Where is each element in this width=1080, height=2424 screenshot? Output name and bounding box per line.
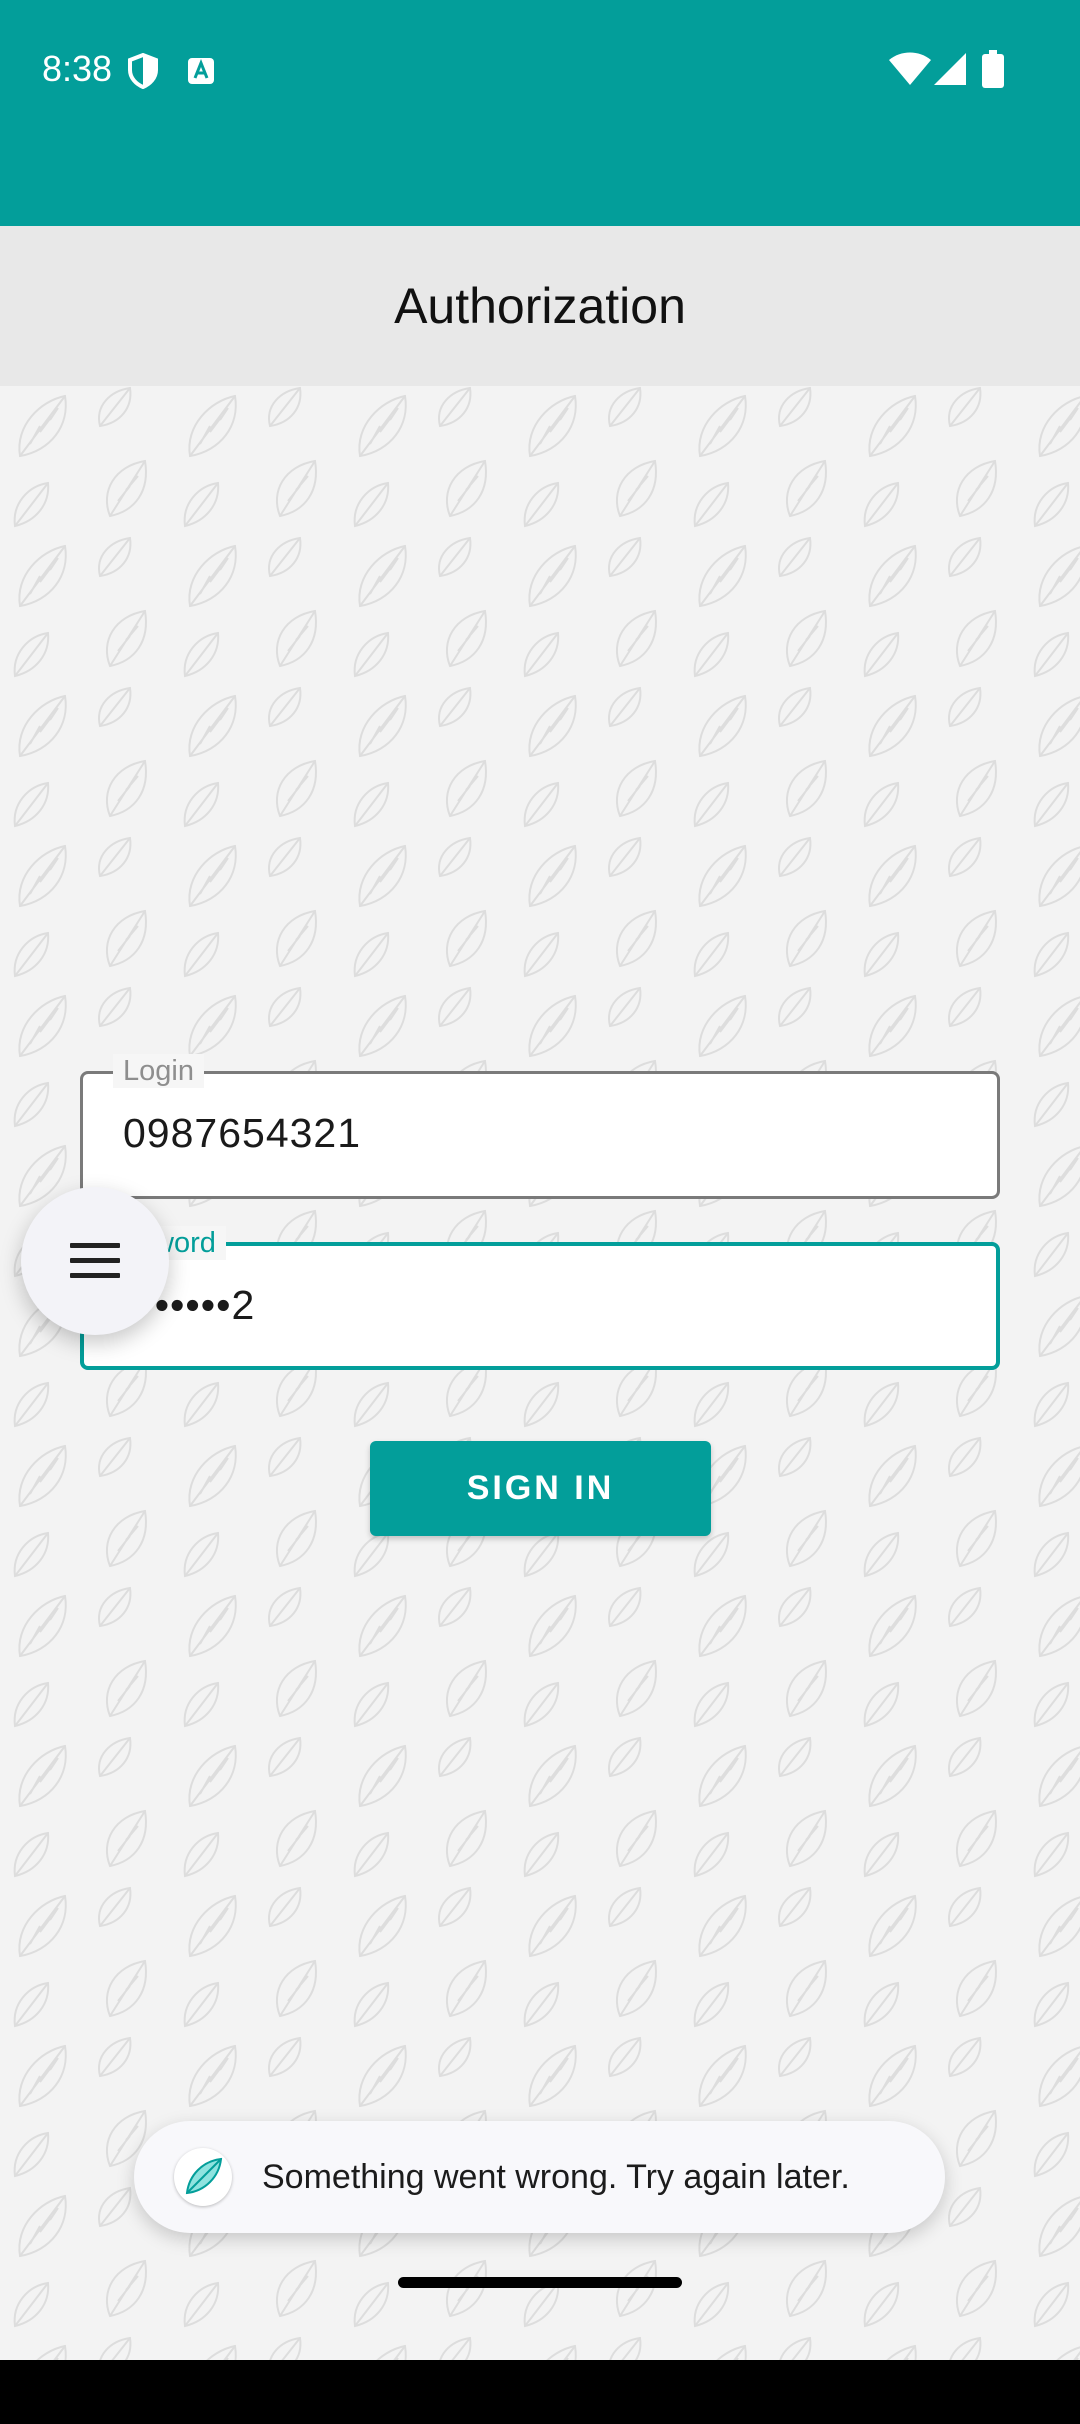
toast-app-icon — [174, 2148, 232, 2206]
status-time: 8:38 — [42, 48, 113, 89]
toast-message: Something went wrong. Try again later. — [262, 2157, 850, 2196]
password-field[interactable]: ssword •••••••2 — [80, 1226, 1000, 1370]
page-title: Authorization — [394, 278, 686, 334]
error-toast: Something went wrong. Try again later. — [134, 2121, 945, 2233]
login-field[interactable]: Login 0987654321 — [80, 1054, 1000, 1199]
shield-icon — [128, 53, 158, 89]
login-label: Login — [113, 1054, 204, 1088]
signal-icon — [934, 53, 966, 85]
content-area — [0, 386, 1080, 2360]
wifi-icon — [889, 52, 931, 85]
login-input[interactable]: 0987654321 — [123, 1110, 361, 1157]
hamburger-menu-icon — [70, 1243, 120, 1278]
text-a-icon — [188, 58, 214, 84]
sign-in-label: SIGN IN — [466, 1469, 615, 1507]
home-gesture-handle[interactable] — [398, 2277, 682, 2288]
leaf-icon — [185, 2157, 223, 2195]
menu-button[interactable] — [21, 1187, 169, 1335]
status-bar: 8:38 — [0, 0, 1080, 226]
sign-in-button[interactable]: SIGN IN — [370, 1441, 711, 1536]
navigation-bar — [0, 2360, 1080, 2424]
leaf-pattern-background — [0, 386, 1080, 2360]
battery-icon — [982, 50, 1004, 88]
app-bar: Authorization — [0, 226, 1080, 386]
